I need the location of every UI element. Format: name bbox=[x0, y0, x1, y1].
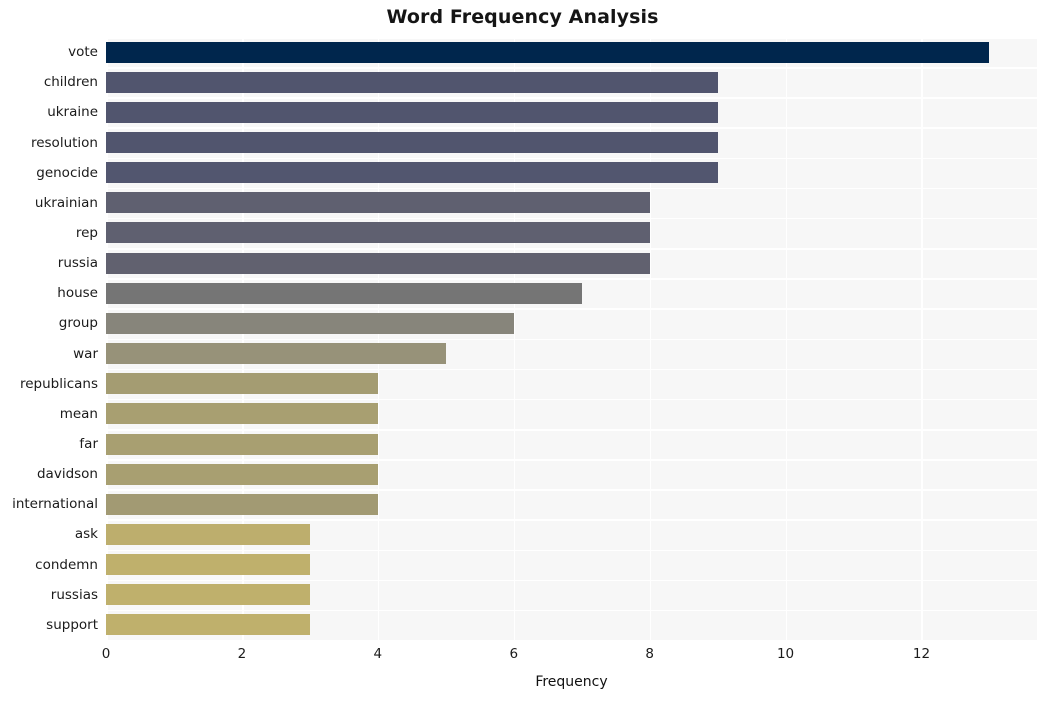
y-tick-label: davidson bbox=[36, 466, 98, 483]
x-tick-label: 12 bbox=[912, 646, 931, 662]
bar[interactable] bbox=[106, 554, 310, 576]
y-gridline bbox=[106, 248, 1037, 250]
bar[interactable] bbox=[106, 101, 718, 123]
bar[interactable] bbox=[106, 222, 650, 244]
bar[interactable] bbox=[106, 373, 378, 395]
x-axis-title: Frequency bbox=[535, 674, 608, 690]
y-tick-label: rep bbox=[75, 224, 98, 241]
x-tick-label: 8 bbox=[645, 646, 654, 662]
bar[interactable] bbox=[106, 493, 378, 515]
y-gridline bbox=[106, 338, 1037, 341]
y-gridline bbox=[106, 217, 1037, 220]
y-tick-label: house bbox=[57, 285, 98, 302]
y-gridline bbox=[106, 97, 1037, 99]
y-tick-label: ukraine bbox=[47, 104, 98, 121]
y-gridline bbox=[106, 428, 1037, 431]
y-gridline bbox=[106, 187, 1037, 190]
y-tick-label: children bbox=[43, 74, 98, 91]
bar[interactable] bbox=[106, 463, 378, 485]
x-axis-tick-labels: 0 2 4 6 8 10 12 bbox=[0, 645, 1045, 665]
y-gridline bbox=[106, 549, 1037, 552]
x-tick-label: 2 bbox=[237, 646, 247, 662]
plot-area bbox=[106, 37, 1037, 640]
y-tick-label: support bbox=[46, 616, 98, 633]
bar[interactable] bbox=[106, 282, 582, 304]
page-title: Word Frequency Analysis bbox=[386, 6, 659, 28]
bar[interactable] bbox=[106, 192, 650, 214]
y-tick-label: vote bbox=[68, 44, 98, 61]
y-tick-label: russia bbox=[57, 255, 98, 272]
y-tick-label: mean bbox=[59, 405, 98, 422]
y-gridline bbox=[106, 67, 1037, 69]
y-gridline bbox=[106, 278, 1037, 280]
bar[interactable] bbox=[106, 312, 514, 334]
bar[interactable] bbox=[106, 584, 310, 606]
y-tick-label: russias bbox=[50, 586, 98, 603]
y-gridline bbox=[106, 609, 1037, 612]
bar[interactable] bbox=[106, 71, 718, 93]
y-gridline bbox=[106, 579, 1037, 582]
bar[interactable] bbox=[106, 433, 378, 455]
y-gridline bbox=[106, 37, 1037, 39]
y-tick-label: war bbox=[73, 345, 98, 362]
y-gridline bbox=[106, 157, 1037, 160]
y-gridline bbox=[106, 519, 1037, 521]
x-tick-label: 0 bbox=[101, 646, 111, 662]
x-tick-label: 6 bbox=[509, 646, 519, 662]
bar[interactable] bbox=[106, 523, 310, 545]
bar[interactable] bbox=[106, 132, 718, 154]
chart-figure: Word Frequency Analysis vote children ukra… bbox=[0, 0, 1045, 701]
bar[interactable] bbox=[106, 252, 650, 274]
y-gridline bbox=[106, 489, 1037, 491]
y-tick-label: republicans bbox=[19, 375, 98, 392]
y-tick-label: far bbox=[79, 436, 98, 453]
y-gridline bbox=[106, 459, 1037, 461]
y-gridline bbox=[106, 398, 1037, 401]
y-tick-label: group bbox=[58, 315, 98, 332]
x-tick-label: 10 bbox=[776, 646, 795, 662]
y-gridline bbox=[106, 368, 1037, 371]
bar[interactable] bbox=[106, 41, 990, 63]
y-gridline bbox=[106, 308, 1037, 310]
x-tick-label: 4 bbox=[373, 646, 383, 662]
y-tick-label: resolution bbox=[30, 134, 98, 151]
bar[interactable] bbox=[106, 343, 446, 365]
bar[interactable] bbox=[106, 403, 378, 425]
y-tick-label: ask bbox=[74, 526, 98, 543]
y-tick-label: condemn bbox=[35, 556, 98, 573]
y-tick-label: genocide bbox=[36, 164, 98, 181]
y-tick-label: international bbox=[12, 496, 98, 513]
bar[interactable] bbox=[106, 614, 310, 636]
bar[interactable] bbox=[106, 162, 718, 184]
y-tick-label: ukrainian bbox=[34, 194, 98, 211]
y-gridline bbox=[106, 127, 1037, 130]
y-axis-tick-labels: vote children ukraine resolution genocide ukr… bbox=[0, 37, 98, 640]
